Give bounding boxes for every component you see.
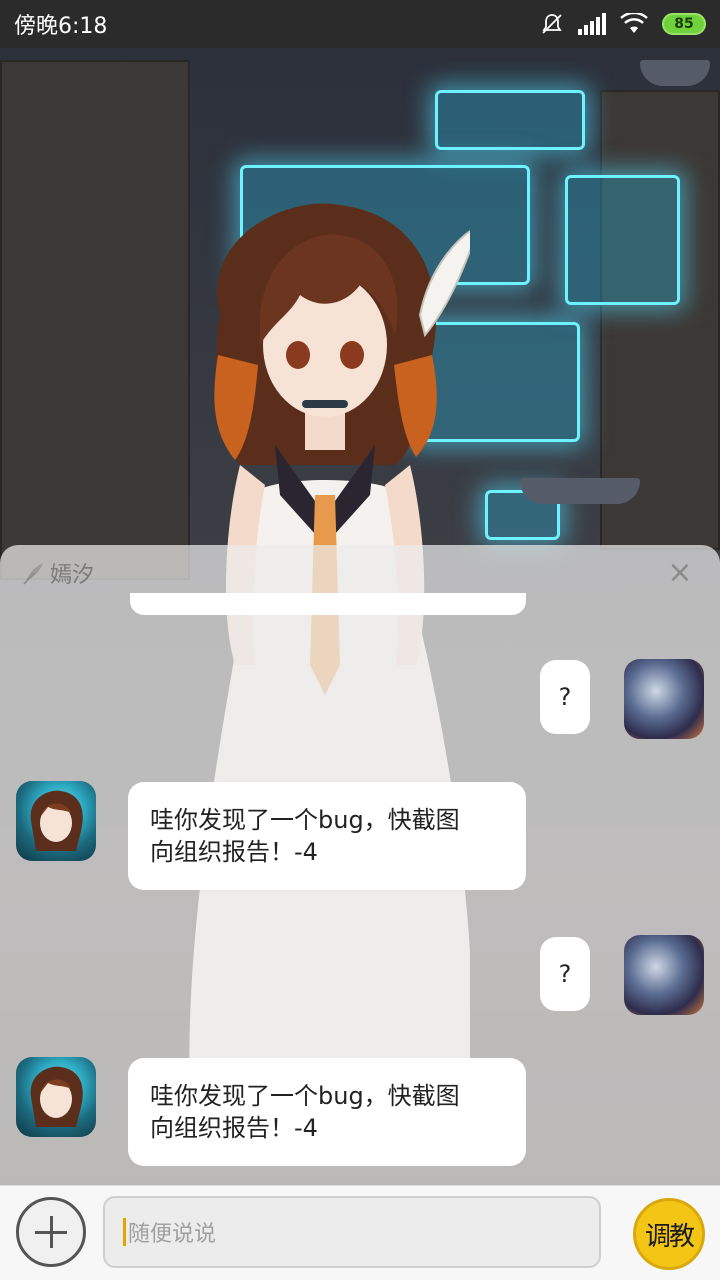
bot-avatar[interactable] xyxy=(16,781,96,861)
background-shelf xyxy=(0,60,190,580)
status-bar: 傍晚6:18 85 xyxy=(0,0,720,48)
feather-icon xyxy=(23,563,43,585)
signal-icon xyxy=(578,13,606,35)
chat-message-user: ? xyxy=(540,660,590,734)
bot-avatar[interactable] xyxy=(16,1057,96,1137)
chat-message-bot: 哇你发现了一个bug，快截图 向组织报告！-4 xyxy=(128,1058,526,1166)
desk-lamp xyxy=(520,478,640,504)
battery-level: 85 xyxy=(674,16,694,32)
scrolled-bubble xyxy=(130,593,526,615)
status-icons: 85 xyxy=(540,12,706,36)
chat-title: 嫣汐 xyxy=(50,563,95,588)
message-input-placeholder: 随便说说 xyxy=(128,1222,217,1247)
bot-avatar-image xyxy=(30,1066,83,1127)
bell-muted-icon xyxy=(542,14,562,34)
chat-message-bot: 哇你发现了一个bug，快截图 向组织报告！-4 xyxy=(128,782,526,890)
input-bar: 随便说说 调教 xyxy=(0,1185,720,1280)
wifi-icon xyxy=(620,13,648,33)
teach-button-label: 调教 xyxy=(644,1221,695,1252)
chat-message-user: ? xyxy=(540,937,590,1011)
message-bubble[interactable]: ? xyxy=(540,660,590,734)
teach-button[interactable]: 调教 xyxy=(633,1198,705,1270)
status-time: 傍晚6:18 xyxy=(14,14,108,39)
ceiling-lamp xyxy=(640,60,710,86)
message-bubble[interactable]: 哇你发现了一个bug，快截图 向组织报告！-4 xyxy=(128,782,526,890)
battery-icon: 85 xyxy=(662,13,706,35)
chat-panel[interactable]: 嫣汐 × ? 哇你发现了一个bug，快截图 向组织报告！-4 ? 哇你发现了一个… xyxy=(0,545,720,1185)
close-button[interactable]: × xyxy=(662,558,698,588)
user-avatar[interactable] xyxy=(624,659,704,739)
add-attachment-button[interactable] xyxy=(16,1197,86,1267)
bot-avatar-image xyxy=(30,790,83,851)
text-caret xyxy=(123,1218,126,1246)
message-bubble[interactable]: 哇你发现了一个bug，快截图 向组织报告！-4 xyxy=(128,1058,526,1166)
hologram-screen xyxy=(435,90,585,150)
hologram-screen xyxy=(565,175,680,305)
message-input[interactable]: 随便说说 xyxy=(103,1196,601,1268)
message-bubble[interactable]: ? xyxy=(540,937,590,1011)
user-avatar[interactable] xyxy=(624,935,704,1015)
